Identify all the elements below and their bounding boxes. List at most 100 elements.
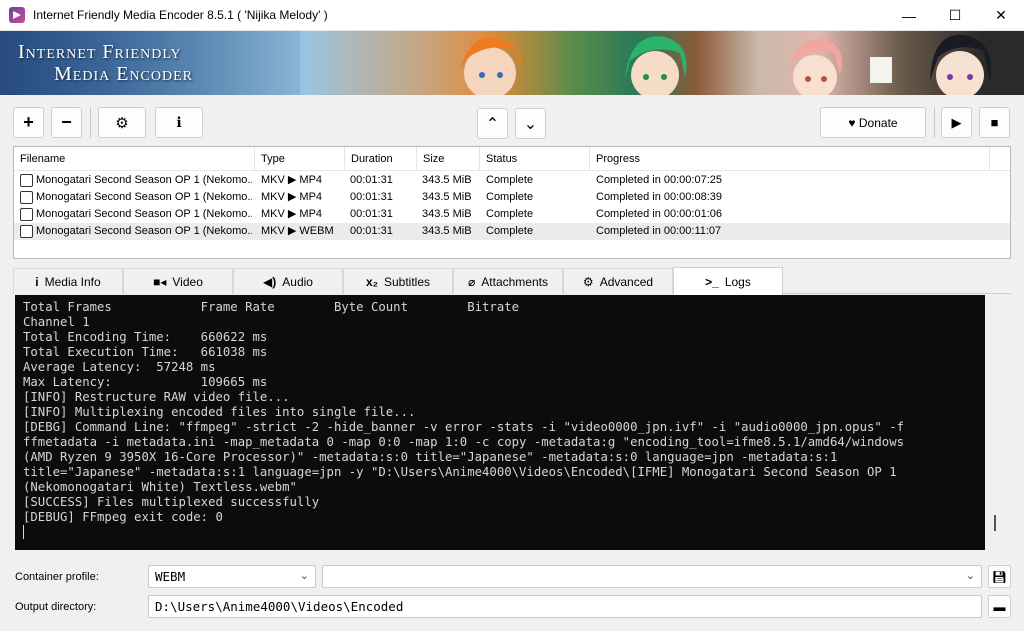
column-header-filename[interactable]: Filename (14, 147, 255, 171)
log-line: Average Latency: 57248 ms (23, 360, 216, 374)
column-header-progress[interactable]: Progress (590, 147, 990, 171)
settings-button[interactable]: ⚙ (98, 107, 146, 138)
container-profile-label: Container profile: (15, 571, 99, 583)
cell-size: 343.5 MiB (422, 208, 472, 220)
move-up-button[interactable]: ⌃ (477, 108, 508, 139)
tab-attachments[interactable]: ⌀ Attachments (453, 268, 563, 294)
cell-progress: Completed in 00:00:11:07 (596, 225, 722, 237)
close-button[interactable]: ✕ (978, 0, 1024, 31)
row-checkbox[interactable] (20, 174, 33, 187)
terminal-icon: >_ (705, 274, 719, 289)
cell-filename: Monogatari Second Season OP 1 (Nekomo... (36, 225, 252, 237)
speaker-icon: ◀) (263, 274, 277, 289)
queue-row[interactable]: Monogatari Second Season OP 1 (Nekomo...… (14, 189, 1010, 206)
remove-button[interactable]: − (51, 107, 82, 138)
output-directory-field[interactable]: D:\Users\Anime4000\Videos\Encoded (148, 595, 982, 618)
tab-label: Attachments (481, 274, 548, 289)
chevron-down-icon: ⌄ (965, 570, 975, 582)
cell-status: Complete (486, 225, 534, 237)
log-scrollbar[interactable] (985, 295, 1012, 550)
browse-folder-button[interactable]: ▬ (988, 595, 1011, 618)
queue-row[interactable]: Monogatari Second Season OP 1 (Nekomo...… (14, 206, 1010, 223)
folder-icon: ▬ (993, 599, 1006, 614)
container-select[interactable]: WEBM ⌄ (148, 565, 316, 588)
info-icon: ℹ (176, 114, 182, 130)
toolbar-separator (90, 107, 91, 138)
cell-status: Complete (486, 191, 534, 203)
start-encode-button[interactable]: ▶ (941, 107, 972, 138)
log-line: ffmetadata -i metadata.ini -map_metadata… (23, 435, 904, 449)
log-line: [SUCCESS] Files multiplexed successfully (23, 495, 320, 509)
about-button[interactable]: ℹ (155, 107, 203, 138)
tab-logs[interactable]: >_ Logs (673, 267, 783, 295)
cell-progress: Completed in 00:00:01:06 (596, 208, 722, 220)
log-console[interactable]: Total Frames Frame Rate Byte Count Bitra… (15, 295, 1012, 550)
tab-audio[interactable]: ◀) Audio (233, 268, 343, 294)
tab-video[interactable]: ■◂ Video (123, 268, 233, 294)
gears-icon: ⚙ (115, 114, 129, 132)
minimize-button[interactable]: — (886, 0, 932, 31)
tab-label: Audio (282, 274, 313, 289)
queue-row-selected[interactable]: Monogatari Second Season OP 1 (Nekomo...… (14, 223, 1010, 240)
chevron-up-icon: ⌃ (485, 115, 500, 133)
row-checkbox[interactable] (20, 208, 33, 221)
log-line: (AMD Ryzen 9 3950X 16-Core Processor)" -… (23, 450, 838, 464)
tab-label: Logs (724, 274, 751, 289)
subscript-icon: x₂ (365, 274, 378, 289)
profile-select[interactable]: ⌄ (322, 565, 982, 588)
chevron-down-icon: ⌄ (299, 570, 309, 582)
cell-type: MKV ▶ WEBM (261, 225, 334, 237)
banner-artwork (460, 34, 991, 95)
toolbar-separator (934, 107, 935, 138)
donate-button[interactable]: ♥ Donate (820, 107, 926, 138)
play-icon: ▶ (951, 114, 962, 130)
cell-type: MKV ▶ MP4 (261, 191, 323, 203)
row-checkbox[interactable] (20, 191, 33, 204)
tab-label: Video (172, 274, 203, 289)
log-line: [INFO] Restructure RAW video file... (23, 390, 290, 404)
cell-duration: 00:01:31 (350, 225, 393, 237)
scrollbar-thumb[interactable] (994, 515, 996, 531)
cell-type: MKV ▶ MP4 (261, 174, 323, 186)
cell-duration: 00:01:31 (350, 208, 393, 220)
maximize-button[interactable]: ☐ (932, 0, 978, 31)
column-header-status[interactable]: Status (480, 147, 590, 171)
stop-encode-button[interactable]: ■ (979, 107, 1010, 138)
cell-filename: Monogatari Second Season OP 1 (Nekomo... (36, 174, 252, 186)
log-line: Total Encoding Time: 660622 ms (23, 330, 268, 344)
queue-row[interactable]: Monogatari Second Season OP 1 (Nekomo...… (14, 172, 1010, 189)
queue-list-header: Filename Type Duration Size Status Progr… (14, 147, 1010, 171)
cell-size: 343.5 MiB (422, 174, 472, 186)
paperclip-icon: ⌀ (468, 274, 476, 289)
banner-title-line1: Internet Friendly (18, 41, 182, 63)
log-line: [DEBUG] FFmpeg exit code: 0 (23, 510, 223, 524)
column-header-type[interactable]: Type (255, 147, 345, 171)
log-line: [INFO] Multiplexing encoded files into s… (23, 405, 416, 419)
log-output: Total Frames Frame Rate Byte Count Bitra… (23, 300, 983, 525)
tab-label: Advanced (599, 274, 654, 289)
cell-status: Complete (486, 208, 534, 220)
log-line: [DEBG] Command Line: "ffmpeg" -strict -2… (23, 420, 904, 434)
log-line: (Nekomonogatari White) Textless.webm" (23, 480, 297, 494)
stop-icon: ■ (990, 115, 999, 130)
window-title: Internet Friendly Media Encoder 8.5.1 ( … (33, 8, 328, 22)
column-header-size[interactable]: Size (417, 147, 480, 171)
tab-media-info[interactable]: i Media Info (13, 268, 123, 294)
row-checkbox[interactable] (20, 225, 33, 238)
tab-label: Media Info (44, 274, 101, 289)
save-profile-button[interactable]: 💾︎ (988, 565, 1011, 588)
tab-advanced[interactable]: ⚙ Advanced (563, 268, 673, 294)
video-camera-icon: ■◂ (153, 274, 167, 289)
move-down-button[interactable]: ⌄ (515, 108, 546, 139)
add-button[interactable]: + (13, 107, 44, 138)
tab-subtitles[interactable]: x₂ Subtitles (343, 268, 453, 294)
cell-progress: Completed in 00:00:07:25 (596, 174, 722, 186)
text-caret (23, 525, 24, 539)
queue-list[interactable]: Filename Type Duration Size Status Progr… (13, 146, 1011, 259)
tab-label: Subtitles (383, 274, 431, 289)
output-directory-value: D:\Users\Anime4000\Videos\Encoded (155, 599, 404, 614)
cell-duration: 00:01:31 (350, 191, 393, 203)
column-header-duration[interactable]: Duration (345, 147, 417, 171)
cell-duration: 00:01:31 (350, 174, 393, 186)
gear-icon: ⚙ (582, 274, 594, 289)
